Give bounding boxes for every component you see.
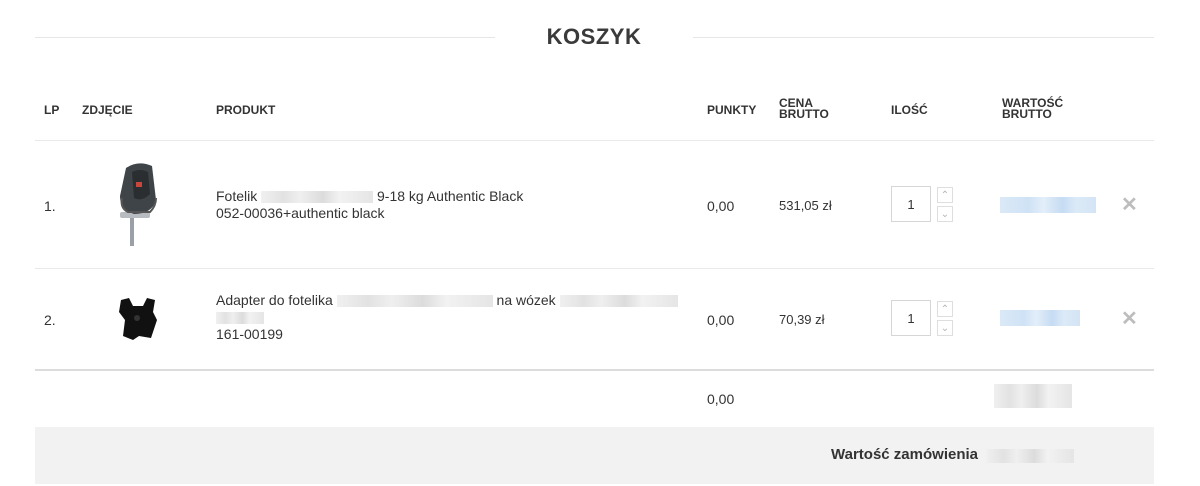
row1-points: 0,00 bbox=[707, 198, 735, 214]
row1-product-name-suffix: 9-18 kg Authentic Black bbox=[377, 188, 524, 204]
row1-divider bbox=[35, 268, 1154, 269]
col-header-price-line2: BRUTTO bbox=[779, 107, 829, 121]
page-title: KOSZYK bbox=[546, 24, 642, 49]
col-header-lp: LP bbox=[44, 103, 60, 117]
order-value-redacted bbox=[986, 449, 1074, 463]
row2-value-redacted bbox=[1000, 310, 1080, 326]
col-header-value-line2: BRUTTO bbox=[1002, 107, 1052, 121]
chevron-down-icon[interactable]: ⌄ bbox=[937, 206, 953, 222]
row2-price: 70,39 zł bbox=[779, 312, 825, 327]
col-header-product: PRODUKT bbox=[216, 103, 276, 117]
col-header-photo: ZDJĘCIE bbox=[82, 103, 133, 117]
row1-qty-input[interactable]: 1 bbox=[891, 186, 931, 222]
col-header-qty: ILOŚĆ bbox=[891, 103, 928, 117]
row2-product-name-redacted-2 bbox=[559, 295, 678, 308]
row1-price: 531,05 zł bbox=[779, 198, 832, 213]
row1-product[interactable]: Fotelik 9-18 kg Authentic Black 052-0003… bbox=[216, 188, 686, 222]
close-icon[interactable]: ✕ bbox=[1121, 306, 1138, 331]
chevron-down-icon[interactable]: ⌄ bbox=[937, 320, 953, 336]
col-header-price: CENA BRUTTO bbox=[779, 97, 829, 121]
chevron-up-icon[interactable]: ⌃ bbox=[937, 187, 953, 203]
row2-product-name-redacted-1 bbox=[336, 295, 493, 308]
row2-product-name-middle: na wózek bbox=[496, 292, 556, 308]
close-icon[interactable]: ✕ bbox=[1121, 192, 1138, 217]
row2-points: 0,00 bbox=[707, 312, 735, 328]
total-points: 0,00 bbox=[707, 391, 735, 407]
adapter-icon[interactable] bbox=[117, 296, 159, 342]
order-value-label: Wartość zamówienia bbox=[831, 446, 978, 463]
col-header-value: WARTOŚĆ BRUTTO bbox=[1002, 97, 1063, 121]
header-divider bbox=[35, 140, 1154, 141]
row2-qty-input[interactable]: 1 bbox=[891, 300, 931, 336]
row1-value-redacted bbox=[1000, 197, 1096, 213]
row1-product-name-redacted bbox=[261, 191, 374, 204]
chevron-up-icon[interactable]: ⌃ bbox=[937, 301, 953, 317]
total-value-redacted bbox=[994, 384, 1072, 408]
row1-lp: 1. bbox=[44, 198, 56, 214]
row2-product-name-prefix: Adapter do fotelika bbox=[216, 292, 333, 308]
title-rule-right bbox=[693, 37, 1154, 38]
row1-product-sku: 052-00036+authentic black bbox=[216, 205, 385, 221]
col-header-points: PUNKTY bbox=[707, 103, 757, 117]
row2-lp: 2. bbox=[44, 312, 56, 328]
row2-product[interactable]: Adapter do fotelika na wózek 161-00199 bbox=[216, 292, 691, 343]
row2-product-sku: 161-00199 bbox=[216, 326, 283, 342]
title-rule-left bbox=[35, 37, 495, 38]
items-bottom-divider bbox=[35, 369, 1154, 371]
row1-product-name-prefix: Fotelik bbox=[216, 188, 258, 204]
car-seat-icon[interactable] bbox=[112, 160, 164, 250]
row2-product-name-redacted-3 bbox=[216, 312, 264, 325]
